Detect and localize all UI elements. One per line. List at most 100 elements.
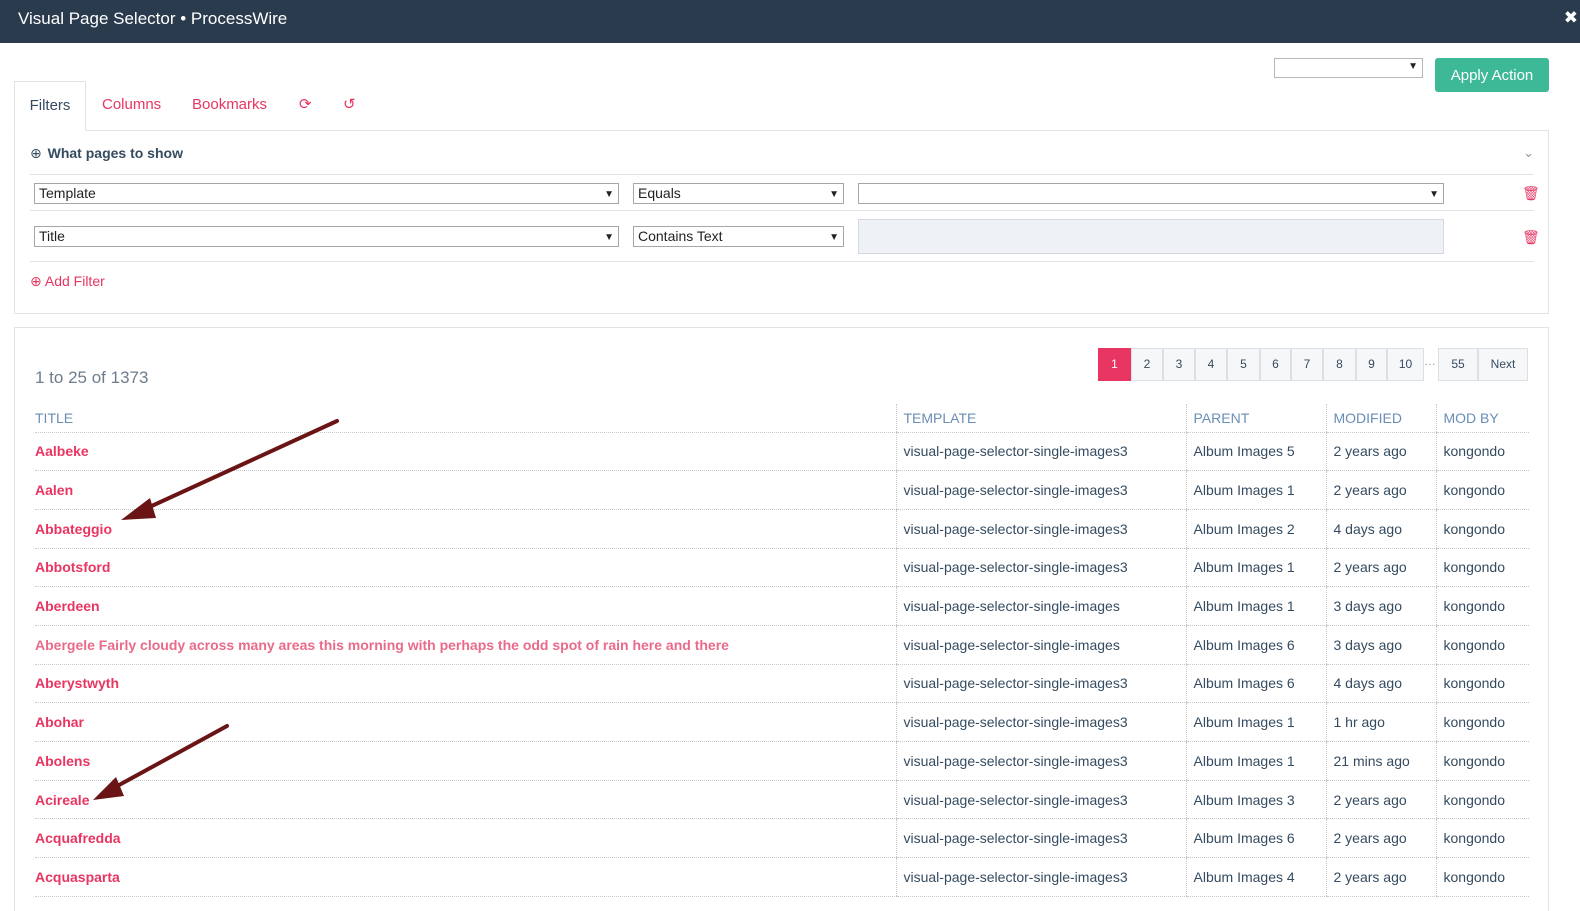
tab-bookmarks[interactable]: Bookmarks [192, 81, 267, 131]
column-header-modified[interactable]: MODIFIED [1325, 404, 1436, 433]
cell-modified: 4 days ago [1325, 664, 1436, 704]
table-row[interactable]: Abergele Fairly cloudy across many areas… [35, 625, 1529, 665]
cell-parent: Album Images 1 [1185, 741, 1326, 781]
column-header-parent[interactable]: PARENT [1185, 404, 1326, 433]
table-row[interactable]: Abohar visual-page-selector-single-images… [35, 702, 1529, 742]
pagination-page-10[interactable]: 10 [1387, 348, 1424, 381]
apply-action-button[interactable]: Apply Action [1435, 58, 1549, 92]
pagination-page-7[interactable]: 7 [1291, 348, 1323, 381]
chevron-down-icon: ▼ [829, 189, 839, 200]
cell-title: Abohar [35, 702, 896, 742]
column-header-template[interactable]: TEMPLATE [895, 404, 1186, 433]
cell-mod-by: kongondo [1435, 741, 1529, 781]
table-row[interactable]: Abbateggio visual-page-selector-single-im… [35, 509, 1529, 549]
pagination-next-button[interactable]: Next [1478, 348, 1528, 381]
table-row[interactable]: Abolens visual-page-selector-single-image… [35, 741, 1529, 781]
pagination-page-1[interactable]: 1 [1098, 348, 1131, 381]
filter-field-select[interactable]: Title ▼ [34, 226, 619, 247]
cell-title: Aalbeke [35, 432, 896, 472]
cell-parent: Album Images 1 [1185, 586, 1326, 626]
table-row[interactable]: Aberystwyth visual-page-selector-single-i… [35, 664, 1529, 704]
cell-modified: 1 hr ago [1325, 702, 1436, 742]
page-title-link[interactable]: Acquafredda [35, 830, 121, 846]
table-row[interactable]: Acireale visual-page-selector-single-imag… [35, 780, 1529, 820]
cell-title: Aberystwyth [35, 664, 896, 704]
filter-text-input[interactable] [858, 219, 1444, 254]
filters-heading[interactable]: ⊕ What pages to show [30, 145, 183, 162]
filter-field-select[interactable]: Template ▼ [34, 183, 619, 204]
cell-modified: 4 days ago [1325, 509, 1436, 549]
chevron-down-icon: ▼ [604, 232, 614, 243]
page-title-link[interactable]: Aalbeke [35, 443, 89, 459]
cell-parent: Album Images 2 [1185, 509, 1326, 549]
add-filter-button[interactable]: ⊕ Add Filter [30, 273, 105, 290]
cell-template: visual-page-selector-single-images3 [895, 818, 1186, 859]
cell-modified: 2 years ago [1325, 780, 1436, 820]
page-title-link[interactable]: Abohar [35, 714, 84, 730]
table-row[interactable]: Acquafredda visual-page-selector-single-i… [35, 818, 1529, 859]
cell-mod-by: kongondo [1435, 780, 1529, 820]
column-header-mod-by[interactable]: MOD BY [1435, 404, 1529, 433]
collapse-toggle-icon[interactable]: ⌄ [1523, 145, 1534, 161]
filter-field-value: Title [39, 228, 65, 244]
results-table: TITLE TEMPLATE PARENT MODIFIED MOD BY Aa… [35, 404, 1529, 897]
tab-columns[interactable]: Columns [102, 81, 161, 131]
cell-parent: Album Images 1 [1185, 702, 1326, 742]
cell-mod-by: kongondo [1435, 586, 1529, 626]
pagination-page-2[interactable]: 2 [1131, 348, 1163, 381]
cell-modified: 2 years ago [1325, 470, 1436, 510]
cell-mod-by: kongondo [1435, 470, 1529, 510]
action-select[interactable]: ▼ [1274, 58, 1423, 78]
cell-modified: 2 years ago [1325, 818, 1436, 859]
close-icon[interactable]: ✖ [1564, 8, 1578, 28]
page-title-link[interactable]: Abolens [35, 753, 90, 769]
divider [30, 174, 1534, 175]
table-row[interactable]: Acquasparta visual-page-selector-single-i… [35, 857, 1529, 897]
table-row[interactable]: Aalen visual-page-selector-single-images3… [35, 470, 1529, 510]
pagination-page-6[interactable]: 6 [1260, 348, 1291, 381]
column-header-title[interactable]: TITLE [35, 404, 896, 433]
page-title-link[interactable]: Abbateggio [35, 521, 112, 537]
cell-template: visual-page-selector-single-images [895, 586, 1186, 626]
table-row[interactable]: Aberdeen visual-page-selector-single-imag… [35, 586, 1529, 626]
table-header-row: TITLE TEMPLATE PARENT MODIFIED MOD BY [35, 404, 1529, 433]
cell-parent: Album Images 1 [1185, 548, 1326, 588]
table-row[interactable]: Abbotsford visual-page-selector-single-im… [35, 548, 1529, 588]
page-title-link[interactable]: Abbotsford [35, 559, 110, 575]
chevron-down-icon: ▼ [829, 232, 839, 243]
filters-panel: ⊕ What pages to show ⌄ Template ▼ Equals… [14, 130, 1549, 314]
pagination-page-3[interactable]: 3 [1163, 348, 1195, 381]
cell-mod-by: kongondo [1435, 432, 1529, 472]
table-row[interactable]: Aalbeke visual-page-selector-single-image… [35, 432, 1529, 472]
filter-value-select[interactable]: ▼ [858, 183, 1444, 204]
pagination-page-8[interactable]: 8 [1323, 348, 1356, 381]
window-title: Visual Page Selector • ProcessWire [18, 9, 288, 28]
page-title-link[interactable]: Aberdeen [35, 598, 100, 614]
cell-parent: Album Images 5 [1185, 432, 1326, 472]
pagination-page-55[interactable]: 55 [1438, 348, 1478, 381]
page-title-link[interactable]: Acquasparta [35, 869, 120, 885]
cell-template: visual-page-selector-single-images3 [895, 470, 1186, 510]
tab-filters[interactable]: Filters [14, 81, 86, 131]
chevron-down-icon: ▼ [1429, 189, 1439, 200]
page-title-link[interactable]: Abergele Fairly cloudy across many areas… [35, 637, 729, 653]
pagination-page-9[interactable]: 9 [1356, 348, 1387, 381]
trash-icon[interactable]: 🗑 [1522, 229, 1540, 246]
divider [30, 261, 1534, 262]
cell-mod-by: kongondo [1435, 818, 1529, 859]
refresh-icon[interactable]: ⟳ [299, 81, 312, 131]
filter-operator-select[interactable]: Contains Text ▼ [633, 226, 844, 247]
cell-title: Abergele Fairly cloudy across many areas… [35, 625, 896, 665]
trash-icon[interactable]: 🗑 [1522, 185, 1540, 202]
page-title-link[interactable]: Acireale [35, 792, 89, 808]
page-title-link[interactable]: Aberystwyth [35, 675, 119, 691]
cell-title: Acireale [35, 780, 896, 820]
add-circle-icon: ⊕ [30, 273, 42, 289]
page-title-link[interactable]: Aalen [35, 482, 73, 498]
reset-icon[interactable]: ↺ [343, 81, 356, 131]
filter-operator-value: Equals [638, 185, 681, 201]
filter-operator-select[interactable]: Equals ▼ [633, 183, 844, 204]
pagination-page-5[interactable]: 5 [1227, 348, 1260, 381]
pagination-page-4[interactable]: 4 [1195, 348, 1227, 381]
filters-heading-label: What pages to show [47, 145, 183, 161]
